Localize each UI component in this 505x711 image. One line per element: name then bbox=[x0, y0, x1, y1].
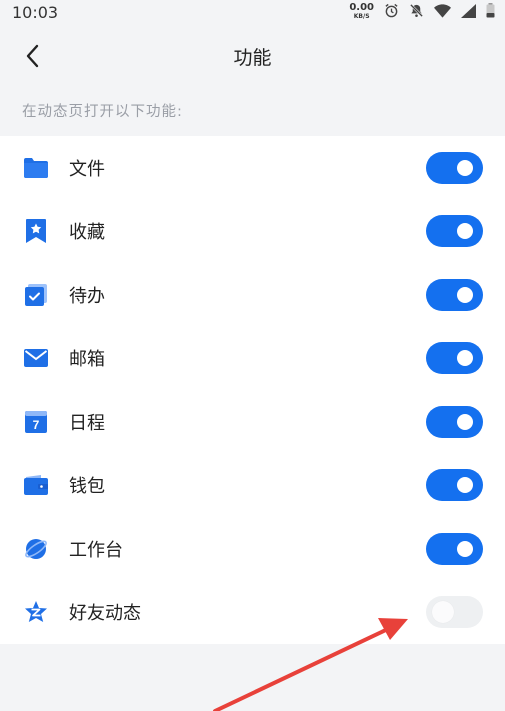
feature-row-mail: 邮箱 bbox=[0, 327, 505, 391]
status-icons: 0.00 KB/S bbox=[349, 2, 495, 22]
toggle-knob bbox=[457, 350, 473, 367]
todo-check-icon bbox=[23, 282, 49, 308]
status-time: 10:03 bbox=[12, 2, 59, 22]
wallet-icon bbox=[23, 472, 49, 498]
toggle-knob bbox=[457, 223, 473, 240]
toggle-knob bbox=[457, 477, 473, 494]
feature-toggle-wallet[interactable] bbox=[426, 469, 483, 502]
planet-icon bbox=[23, 536, 49, 562]
feature-row-wallet: 钱包 bbox=[0, 454, 505, 518]
signal-icon bbox=[461, 3, 476, 22]
feature-label: 邮箱 bbox=[69, 349, 105, 371]
toggle-knob bbox=[457, 159, 473, 176]
wifi-icon bbox=[434, 3, 451, 22]
toggle-knob bbox=[432, 601, 454, 624]
calendar-icon: 7 bbox=[23, 409, 49, 435]
mail-icon bbox=[23, 345, 49, 371]
network-speed: 0.00 KB/S bbox=[349, 2, 374, 21]
feature-toggle-calendar[interactable] bbox=[426, 405, 483, 438]
toggle-knob bbox=[457, 540, 473, 557]
page-title: 功能 bbox=[233, 46, 272, 69]
alarm-icon bbox=[384, 3, 399, 22]
back-button[interactable] bbox=[20, 42, 44, 70]
feature-label: 文件 bbox=[69, 158, 105, 180]
feature-toggle-mail[interactable] bbox=[426, 342, 483, 375]
feature-label: 收藏 bbox=[69, 222, 105, 244]
toggle-knob bbox=[457, 286, 473, 303]
feature-label: 好友动态 bbox=[69, 603, 141, 625]
bookmark-star-icon bbox=[23, 218, 49, 244]
feature-row-file: 文件 bbox=[0, 136, 505, 200]
section-hint: 在动态页打开以下功能: bbox=[0, 88, 505, 136]
nav-header: 功能 bbox=[0, 24, 505, 88]
feature-toggle-favorites[interactable] bbox=[426, 215, 483, 248]
toggle-knob bbox=[457, 413, 473, 430]
feature-row-favorites: 收藏 bbox=[0, 200, 505, 264]
feature-label: 日程 bbox=[69, 412, 105, 434]
feature-row-calendar: 7 日程 bbox=[0, 390, 505, 454]
feature-label: 钱包 bbox=[69, 476, 105, 498]
feature-row-workbench: 工作台 bbox=[0, 517, 505, 581]
feature-list: 文件 收藏 待办 邮箱 7 日程 钱包 工作台 好友动态 bbox=[0, 136, 505, 644]
feature-toggle-friend-feed[interactable] bbox=[426, 596, 483, 629]
folder-icon bbox=[23, 155, 49, 181]
feature-row-todo: 待办 bbox=[0, 263, 505, 327]
chevron-left-icon bbox=[26, 44, 39, 68]
feature-label: 工作台 bbox=[69, 539, 123, 561]
feature-toggle-file[interactable] bbox=[426, 151, 483, 184]
feature-row-friend-feed: 好友动态 bbox=[0, 581, 505, 645]
feature-label: 待办 bbox=[69, 285, 105, 307]
mute-icon bbox=[409, 3, 424, 22]
feature-toggle-workbench[interactable] bbox=[426, 532, 483, 565]
status-bar: 10:03 0.00 KB/S bbox=[0, 0, 505, 24]
calendar-day: 7 bbox=[33, 418, 40, 432]
feature-toggle-todo[interactable] bbox=[426, 278, 483, 311]
battery-icon bbox=[486, 2, 495, 22]
qzone-star-icon bbox=[23, 599, 49, 625]
